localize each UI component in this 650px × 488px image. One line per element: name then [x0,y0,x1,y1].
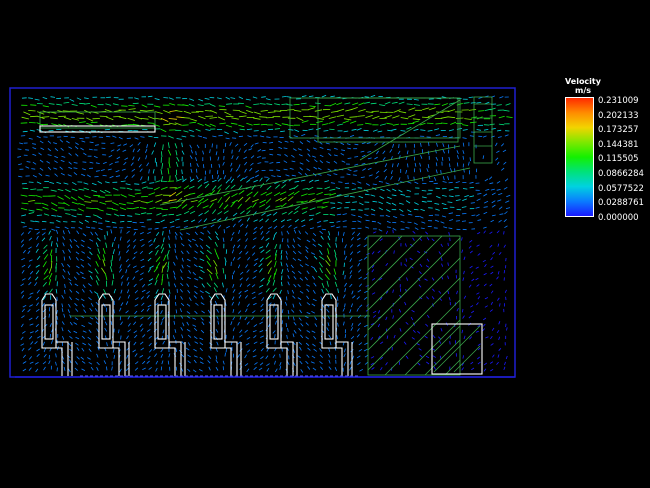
velocity-vector [56,367,58,372]
velocity-vector [330,202,336,204]
velocity-vector [455,220,460,222]
velocity-vector [104,234,106,240]
velocity-vector [421,190,427,192]
velocity-vector [205,115,214,117]
velocity-vector [119,316,122,321]
legend-label: 0.000000 [598,212,639,223]
velocity-vector [352,174,357,176]
velocity-vector [347,157,352,159]
velocity-vector [210,163,213,168]
velocity-vector [160,366,163,371]
velocity-vector [196,168,198,173]
legend-labels: 0.231009 0.202133 0.173257 0.144381 0.11… [598,96,648,223]
velocity-vector [407,175,409,180]
legend-label: 0.202133 [598,110,639,121]
velocity-vector [469,157,471,162]
velocity-vector [113,309,115,314]
velocity-vector [371,220,376,223]
velocity-vector [121,105,128,107]
velocity-vector [281,231,283,236]
velocity-vector [337,296,339,301]
velocity-vector [106,207,114,209]
velocity-vector [120,229,122,234]
velocity-vector [449,163,451,168]
velocity-vector [110,340,113,345]
velocity-vector [440,122,448,124]
velocity-vector [337,231,340,236]
velocity-vector [279,353,281,358]
velocity-vector [163,97,169,99]
velocity-vector [79,102,85,105]
velocity-vector [22,130,28,133]
velocity-vector [102,175,107,177]
velocity-vector [436,98,442,100]
legend-title: Velocity m/s [560,77,606,95]
velocity-vector [329,128,335,130]
velocity-vector [276,161,281,164]
velocity-vector [357,124,364,126]
velocity-vector [231,149,233,154]
legend-label: 0.173257 [598,125,639,136]
velocity-vector [469,187,474,189]
velocity-vector [280,255,282,260]
velocity-vector [175,366,178,371]
velocity-vector [30,115,38,118]
velocity-vector [36,214,42,216]
velocity-vector [253,123,260,126]
legend-label: 0.0577522 [598,183,644,194]
legend-label: 0.0288761 [598,198,644,209]
velocity-vector [407,163,409,168]
velocity-vector [22,187,29,190]
velocity-vector [449,341,451,345]
legend-color-bar [565,97,594,217]
cfd-velocity-vector-plot [0,0,650,488]
velocity-vector [211,143,213,148]
velocity-vector [120,335,122,340]
velocity-vector [503,231,505,235]
legend-label: 0.115505 [598,154,639,165]
velocity-vector [357,187,363,189]
legend-title-text: Velocity [565,77,601,86]
velocity-vector [440,170,442,174]
velocity-vector [25,149,30,151]
velocity-vector [156,161,158,167]
legend-unit-text: m/s [574,86,592,95]
velocity-vector [324,193,331,195]
velocity-vector [392,229,394,234]
velocity-vector [141,226,146,228]
velocity-vector [358,209,363,211]
velocity-vector [447,242,449,247]
legend-label: 0.144381 [598,139,639,150]
velocity-vector [134,183,140,185]
velocity-vector [337,302,339,307]
velocity-vector [132,221,137,224]
velocity-vector [225,249,228,254]
velocity-vector [49,333,51,338]
velocity-vector [266,117,274,119]
velocity-vector [168,213,175,216]
velocity-vector [285,323,287,327]
velocity-vector [203,164,205,169]
velocity-vector [93,194,101,197]
velocity-vector [55,275,57,281]
velocity-vector [398,144,400,149]
velocity-vector [56,320,58,325]
velocity-vector [224,142,227,147]
velocity-vector [30,104,37,106]
legend-label: 0.0866284 [598,169,644,179]
legend-label: 0.231009 [598,96,639,106]
velocity-vector [428,142,430,147]
velocity-vector [225,260,227,266]
velocity-vector [461,220,467,222]
